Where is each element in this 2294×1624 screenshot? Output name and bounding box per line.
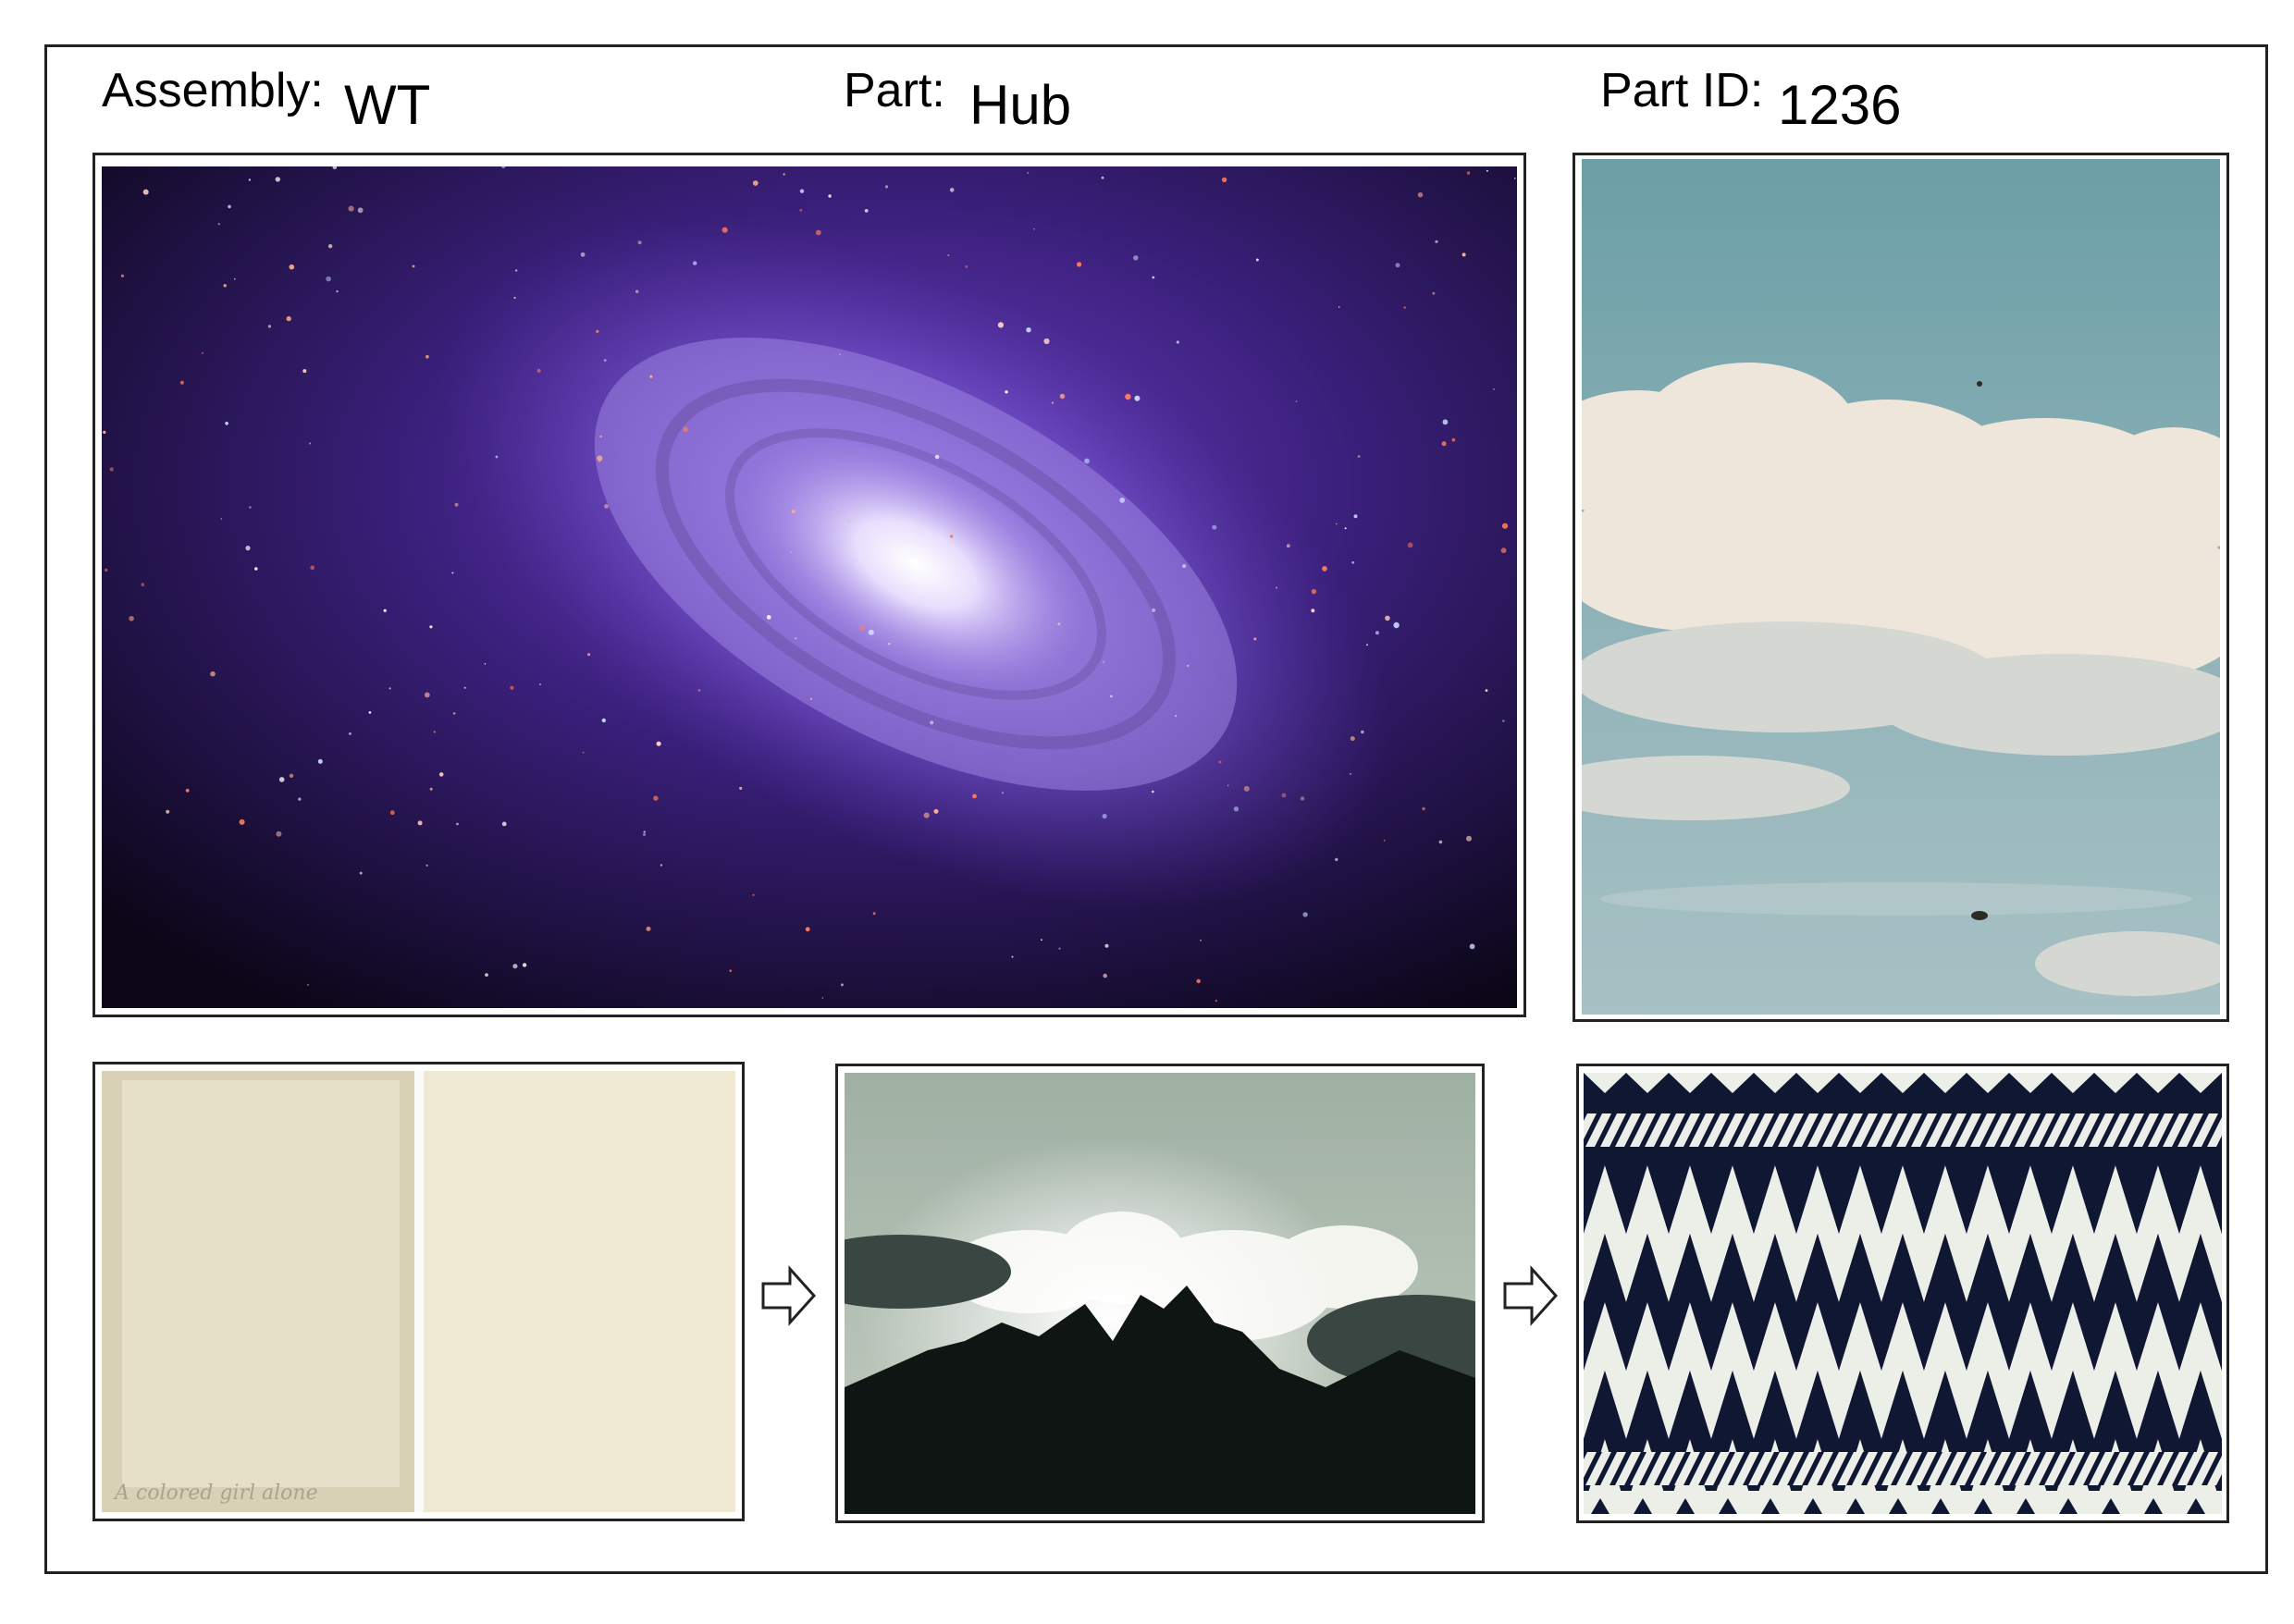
assembly-label: Assembly: xyxy=(102,64,324,117)
mountain-clouds-image xyxy=(845,1073,1475,1514)
assembly-value: WT xyxy=(344,74,431,136)
triangle-pattern-image xyxy=(1584,1073,2222,1514)
part-id-value: 1236 xyxy=(1778,74,1902,136)
cloud-sky-image xyxy=(1582,159,2220,1015)
part-id-label: Part ID: xyxy=(1600,64,1764,117)
aged-paper-image: A colored girl alone xyxy=(102,1071,735,1512)
card-caption: A colored girl alone xyxy=(115,1482,318,1505)
arrow-right-icon xyxy=(1503,1265,1559,1326)
part-label: Part: xyxy=(844,64,945,117)
triangle-pattern xyxy=(1584,1073,2222,1514)
part-value: Hub xyxy=(969,74,1072,136)
arrow-right-icon xyxy=(761,1265,817,1326)
galaxy-image xyxy=(102,166,1517,1008)
